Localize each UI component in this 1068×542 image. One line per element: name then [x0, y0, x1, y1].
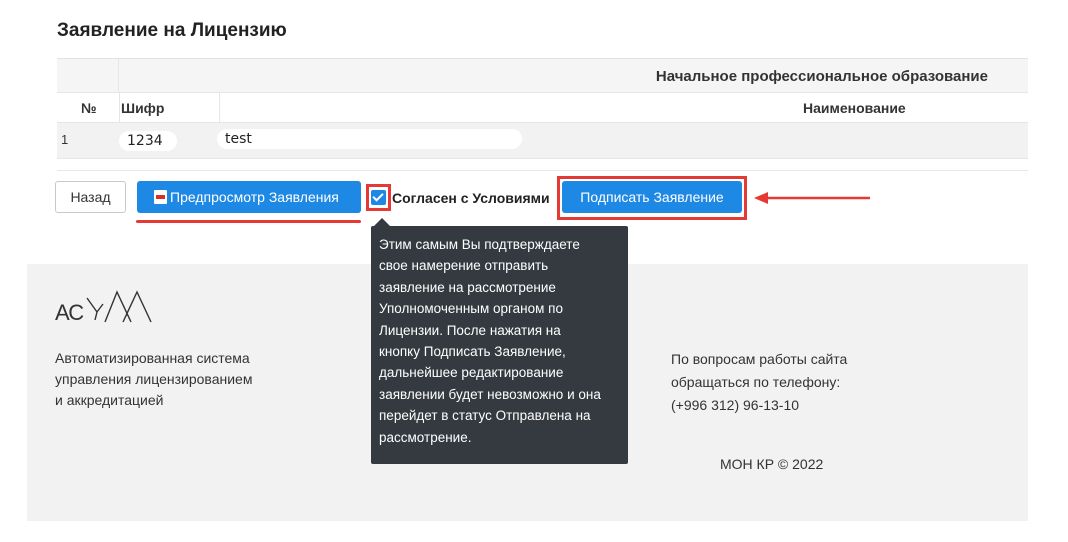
pdf-icon — [154, 190, 167, 204]
column-divider — [219, 93, 220, 123]
agree-checkbox[interactable] — [371, 190, 386, 205]
code-value: 1234 — [127, 133, 163, 149]
name-value: test — [225, 131, 252, 147]
table-column-header-row: № Шифр Наименование — [57, 93, 1028, 123]
agree-label: Согласен с Условиями — [392, 190, 550, 206]
footer-description-line: и аккредитацией — [55, 392, 164, 408]
code-input[interactable]: 1234 — [119, 131, 177, 151]
footer-contact-line: обращаться по телефону: — [671, 374, 841, 390]
preview-application-button[interactable]: Предпросмотр Заявления — [137, 181, 361, 213]
column-header-code: Шифр — [121, 100, 165, 116]
divider — [57, 170, 1028, 171]
tooltip-line: заявление на рассмотрение — [379, 279, 556, 295]
footer-description-line: Автоматизированная система — [55, 350, 250, 366]
tooltip-line: Уполномоченным органом по — [379, 301, 563, 317]
back-button[interactable]: Назад — [55, 181, 126, 213]
svg-text:АС: АС — [55, 300, 84, 325]
asula-logo: АС — [55, 290, 152, 325]
footer-phone: (+996 312) 96-13-10 — [671, 397, 800, 413]
agree-tooltip: Этим самым Вы подтверждаете свое намерен… — [371, 226, 628, 464]
tooltip-line: перейдет в статус Отправлена на — [379, 408, 591, 424]
footer-contact-line: По вопросам работы сайта — [671, 351, 848, 367]
footer-contact: По вопросам работы сайта обращаться по т… — [671, 348, 847, 417]
tooltip-line: дальнейшее редактирование — [379, 365, 564, 381]
column-header-name: Наименование — [803, 100, 906, 116]
footer-copyright: МОН КР © 2022 — [720, 456, 824, 472]
licenses-table: Начальное профессиональное образование №… — [57, 58, 1028, 160]
tooltip-line: Лицензии. После нажатия на — [379, 322, 561, 338]
table-group-header: Начальное профессиональное образование — [655, 68, 988, 85]
sign-application-button[interactable]: Подписать Заявление — [562, 181, 742, 213]
table-group-header-row: Начальное профессиональное образование — [57, 59, 1028, 93]
tooltip-arrow — [374, 218, 390, 226]
row-number: 1 — [61, 132, 69, 147]
red-arrow-icon — [754, 192, 870, 204]
red-underline-annotation — [136, 220, 361, 223]
name-input[interactable]: test — [217, 129, 522, 149]
tooltip-line: заявлении будет невозможно и она — [379, 386, 601, 402]
tooltip-line: свое намерение отправить — [379, 258, 549, 274]
preview-button-label: Предпросмотр Заявления — [170, 189, 339, 205]
table-header-blank-cell — [57, 59, 119, 93]
column-divider — [119, 93, 120, 123]
footer-description: Автоматизированная система управления ли… — [55, 348, 315, 411]
table-row: 1 1234 test — [57, 123, 1028, 159]
footer-description-line: управления лицензированием — [55, 371, 253, 387]
tooltip-line: кнопку Подписать Заявление, — [379, 344, 566, 360]
tooltip-line: Этим самым Вы подтверждаете — [379, 237, 580, 252]
column-header-no: № — [81, 100, 97, 116]
tooltip-line: рассмотрение. — [379, 429, 472, 445]
page-title: Заявление на Лицензию — [57, 20, 287, 41]
